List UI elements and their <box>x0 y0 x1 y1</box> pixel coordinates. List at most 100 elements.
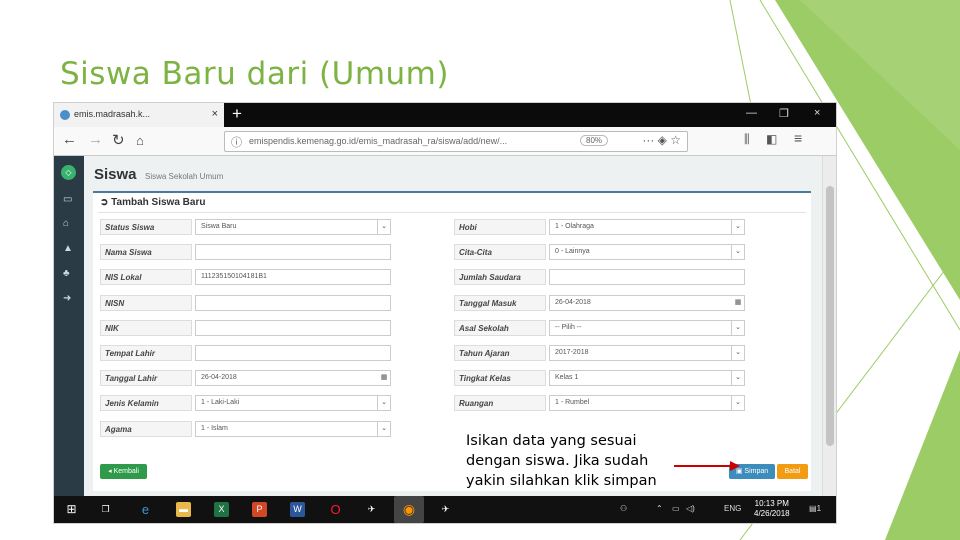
field-label: Tingkat Kelas <box>454 370 546 387</box>
field-label: NIK <box>100 319 192 336</box>
scrollbar-thumb[interactable] <box>826 186 834 446</box>
field-input[interactable]: 111235150104181B1 <box>195 269 391 286</box>
tray-up-icon[interactable]: ⌃ <box>656 504 663 513</box>
field-input[interactable] <box>195 345 391 361</box>
circle-arrow-icon: ➲ <box>100 197 109 208</box>
field-label: Tempat Lahir <box>100 345 192 361</box>
menu-icon[interactable]: ≡ <box>794 130 802 146</box>
network-icon[interactable]: ▭ <box>672 504 680 513</box>
instruction-callout: Isikan data yang sesuai dengan siswa. Ji… <box>466 431 657 491</box>
page-header: Siswa Siswa Sekolah Umum <box>94 166 223 184</box>
field-input[interactable] <box>549 269 745 286</box>
app-icon[interactable]: ✈ <box>364 502 379 517</box>
field-label: Cita-Cita <box>454 244 546 261</box>
browser-tab[interactable]: emis.madrasah.k... × <box>54 103 224 127</box>
field-label: Agama <box>100 420 192 437</box>
page-actions-icon[interactable]: ··· ◈ ☆ <box>642 133 681 147</box>
monitor-icon[interactable]: ▭ <box>63 194 72 205</box>
word-icon[interactable]: W <box>290 502 305 517</box>
field-value: -- Pilih -- <box>555 323 582 331</box>
chevron-down-icon[interactable]: ⌄ <box>731 371 744 386</box>
field-value: 1 - Islam <box>201 424 228 432</box>
powerpoint-icon[interactable]: P <box>252 502 267 517</box>
app-sidebar: ◇ ▭ ⌂ ▲ ♣ ➜ <box>54 156 84 496</box>
app-icon-2[interactable]: ✈ <box>438 502 453 517</box>
chevron-down-icon[interactable]: ⌄ <box>731 245 744 260</box>
chevron-down-icon[interactable]: ⌄ <box>731 396 744 411</box>
edge-browser-icon[interactable]: e <box>138 502 153 517</box>
new-tab-button[interactable]: + <box>232 104 242 124</box>
minimize-button[interactable]: — <box>746 107 757 119</box>
restore-button[interactable]: ❐ <box>779 107 789 120</box>
file-explorer-icon[interactable]: ▬ <box>176 502 191 517</box>
slide-title: Siswa Baru dari (Umum) <box>60 56 449 92</box>
user-icon[interactable]: ▲ <box>63 243 73 254</box>
field-select[interactable]: 1 - Islam ⌄ <box>195 420 391 437</box>
back-button[interactable]: ◂ Kembali <box>100 464 147 479</box>
field-value: 1 - Olahraga <box>555 223 594 230</box>
chevron-down-icon[interactable]: ⌄ <box>377 421 390 436</box>
form-panel: ➲ Tambah Siswa Baru Status Siswa Siswa Ba… <box>93 191 811 491</box>
app-logo-icon[interactable]: ◇ <box>61 165 76 180</box>
panel-title-text: Tambah Siswa Baru <box>111 197 206 208</box>
library-icon[interactable]: ⫼ <box>744 132 750 147</box>
info-icon[interactable]: ⓘ <box>231 134 242 150</box>
chevron-down-icon[interactable]: ⌄ <box>377 220 390 234</box>
start-button-icon[interactable]: ⊞ <box>64 502 79 517</box>
field-input[interactable] <box>195 294 391 311</box>
chevron-down-icon[interactable]: ⌄ <box>731 346 744 360</box>
field-select[interactable]: 0 - Lainnya ⌄ <box>549 244 745 261</box>
field-label: Jumlah Saudara <box>454 269 546 286</box>
volume-icon[interactable]: ◁) <box>686 504 695 513</box>
firefox-icon[interactable]: ◉ <box>394 496 424 523</box>
chevron-down-icon[interactable]: ⌄ <box>731 320 744 335</box>
main-content: Siswa Siswa Sekolah Umum ➲ Tambah Siswa … <box>84 156 822 496</box>
field-date[interactable]: 26-04-2018 ▦ <box>549 294 745 311</box>
forward-arrow-icon[interactable]: → <box>88 131 103 148</box>
institution-icon[interactable]: ⌂ <box>63 218 69 229</box>
field-label: Ruangan <box>454 395 546 412</box>
home-icon[interactable]: ⌂ <box>136 133 144 148</box>
field-select[interactable]: Kelas 1 ⌄ <box>549 370 745 387</box>
zoom-level[interactable]: 80% <box>580 135 609 146</box>
close-window-button[interactable]: × <box>814 107 820 119</box>
people-icon[interactable]: ⚇ <box>620 504 627 513</box>
reload-icon[interactable]: ↻ <box>112 131 125 149</box>
field-select[interactable]: 2017-2018 ⌄ <box>549 345 745 361</box>
field-select[interactable]: 1 - Rumbel ⌄ <box>549 395 745 412</box>
field-input[interactable] <box>195 244 391 261</box>
notifications-icon[interactable]: ▤1 <box>809 504 821 513</box>
users-icon[interactable]: ♣ <box>63 268 70 279</box>
back-arrow-icon[interactable]: ← <box>62 131 77 148</box>
calendar-icon[interactable]: ▦ <box>732 296 744 310</box>
field-label: Jenis Kelamin <box>100 395 192 412</box>
field-label: Nama Siswa <box>100 244 192 261</box>
field-value: 111235150104181B1 <box>201 273 267 281</box>
field-date[interactable]: 26-04-2018 ▦ <box>195 370 391 387</box>
field-select[interactable]: -- Pilih -- ⌄ <box>549 319 745 336</box>
system-clock[interactable]: 10:13 PM 4/26/2018 <box>754 499 790 519</box>
clock-time: 10:13 PM <box>754 499 789 508</box>
field-input[interactable] <box>195 319 391 336</box>
tab-close-icon[interactable]: × <box>212 108 218 120</box>
language-indicator[interactable]: ENG <box>724 504 741 513</box>
field-label: NIS Lokal <box>100 269 192 286</box>
sidebar-toggle-icon[interactable]: ◧ <box>766 132 777 146</box>
clock-date: 4/26/2018 <box>754 509 790 518</box>
cancel-button[interactable]: Batal <box>777 464 808 479</box>
back-button-label: Kembali <box>113 468 139 475</box>
logout-icon[interactable]: ➜ <box>63 293 71 304</box>
address-bar[interactable]: ⓘ emispendis.kemenag.go.id/emis_madrasah… <box>224 131 688 152</box>
field-select[interactable]: 1 - Laki-Laki ⌄ <box>195 395 391 412</box>
callout-line-3: yakin silahkan klik simpan <box>466 473 657 489</box>
task-view-icon[interactable]: ❐ <box>98 502 113 517</box>
field-select[interactable]: Siswa Baru ⌄ <box>195 219 391 235</box>
page-scrollbar[interactable] <box>822 156 836 496</box>
field-select[interactable]: 1 - Olahraga ⌄ <box>549 219 745 235</box>
chevron-down-icon[interactable]: ⌄ <box>377 396 390 411</box>
windows-taskbar: ⊞ ❐ e ▬ X P W O ✈ ◉ ✈ ⚇ ⌃ ▭ ◁) ENG 10:13… <box>54 496 836 523</box>
opera-icon[interactable]: O <box>328 502 343 517</box>
chevron-down-icon[interactable]: ⌄ <box>731 220 744 234</box>
calendar-icon[interactable]: ▦ <box>378 371 390 385</box>
excel-icon[interactable]: X <box>214 502 229 517</box>
